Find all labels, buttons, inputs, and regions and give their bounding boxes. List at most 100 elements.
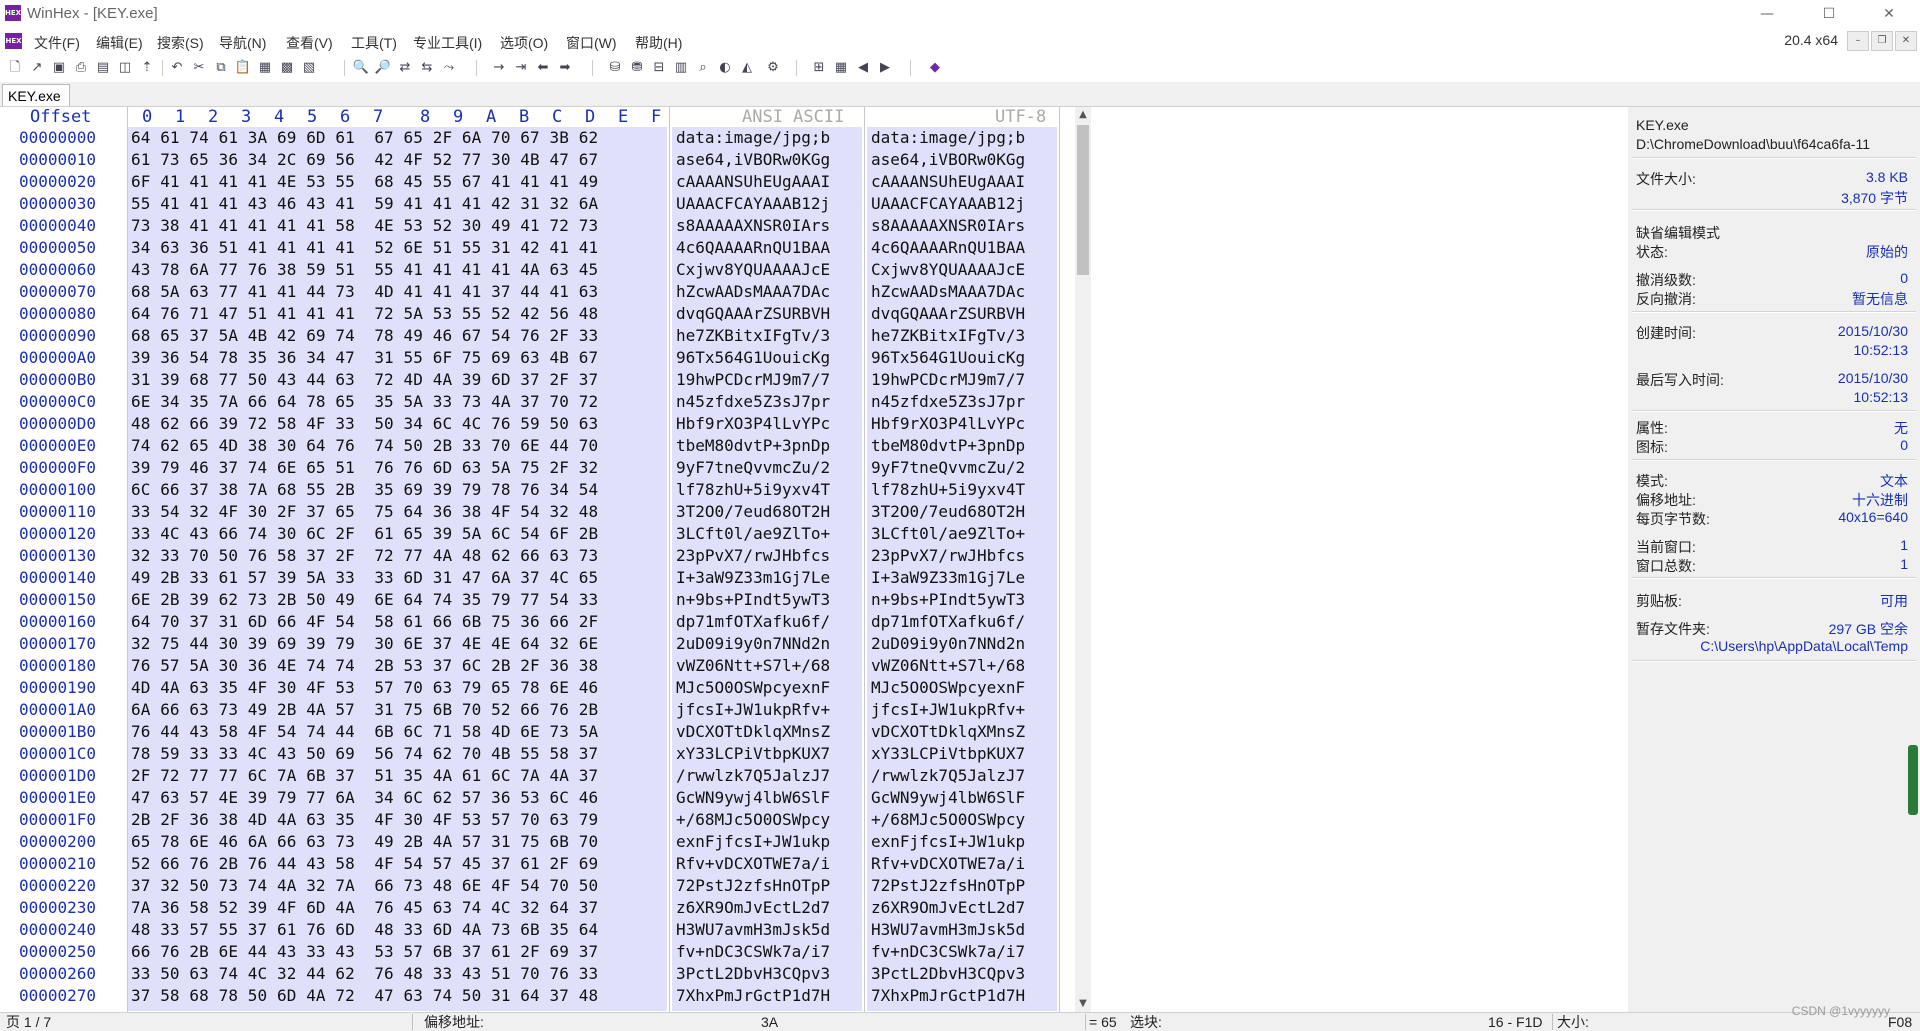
ansi-text-column[interactable]: data:image/jpg;b ase64,iVBORw0KGg cAAAANSU…: [672, 127, 862, 1011]
ansi-text-row[interactable]: 3LCft0l/ae9ZlTo+: [672, 523, 830, 545]
utf8-text-row[interactable]: UAAACFCAYAAAB12j: [867, 193, 1025, 215]
utf8-text-row[interactable]: tbeM80dvtP+3pnDp: [867, 435, 1025, 457]
go-to-sector-icon[interactable]: ⇥: [512, 59, 530, 77]
utf8-text-row[interactable]: he7ZKBitxIFgTv/3: [867, 325, 1025, 347]
utf8-text-row[interactable]: dvqGQAAArZSURBVH: [867, 303, 1025, 325]
utf8-text-row[interactable]: n45zfdxe5Z3sJ7pr: [867, 391, 1025, 413]
ram-editor-icon[interactable]: ⛃: [628, 59, 646, 77]
utf8-text-row[interactable]: z6XR9OmJvEctL2d7: [867, 897, 1025, 919]
ansi-text-row[interactable]: data:image/jpg;b: [672, 127, 830, 149]
ansi-text-row[interactable]: dp71mfOTXafku6f/: [672, 611, 830, 633]
back-icon[interactable]: ⬅: [534, 59, 552, 77]
ansi-text-row[interactable]: lf78zhU+5i9yxv4T: [672, 479, 830, 501]
hex-bytes-row[interactable]: 76 44 43 58 4F 54 74 44 6B 6C 71 58 4D 6…: [127, 721, 598, 743]
utf8-text-row[interactable]: vDCXOTtDklqXMnsZ: [867, 721, 1025, 743]
hex-bytes-row[interactable]: 64 76 71 47 51 41 41 41 72 5A 53 55 52 4…: [127, 303, 598, 325]
hex-bytes-row[interactable]: 33 4C 43 66 74 30 6C 2F 61 65 39 5A 6C 5…: [127, 523, 598, 545]
hex-bytes-row[interactable]: 2F 72 77 77 6C 7A 6B 37 51 35 4A 61 6C 7…: [127, 765, 598, 787]
replace-hex-icon[interactable]: ⇆: [418, 59, 436, 77]
hex-bytes-row[interactable]: 6E 34 35 7A 66 64 78 65 35 5A 33 73 4A 3…: [127, 391, 598, 413]
utf8-text-row[interactable]: 19hwPCDcrMJ9m7/7: [867, 369, 1025, 391]
hex-bytes-row[interactable]: 6E 2B 39 62 73 2B 50 49 6E 64 74 35 79 7…: [127, 589, 598, 611]
utf8-text-row[interactable]: xY33LCPiVtbpKUX7: [867, 743, 1025, 765]
hex-bytes-row[interactable]: 48 33 57 55 37 61 76 6D 48 33 6D 4A 73 6…: [127, 919, 598, 941]
menu-navigate[interactable]: 导航(N): [219, 33, 266, 53]
ansi-text-row[interactable]: 3PctL2DbvH3CQpv3: [672, 963, 830, 985]
hex-bytes-row[interactable]: 55 41 41 41 43 46 43 41 59 41 41 41 42 3…: [127, 193, 598, 215]
ansi-text-row[interactable]: +/68MJc5O0OSWpcy: [672, 809, 830, 831]
utf8-text-row[interactable]: GcWN9ywj4lbW6SlF: [867, 787, 1025, 809]
utf8-text-row[interactable]: Rfv+vDCXOTWE7a/i: [867, 853, 1025, 875]
utf8-text-row[interactable]: ase64,iVBORw0KGg: [867, 149, 1025, 171]
ansi-text-row[interactable]: 19hwPCDcrMJ9m7/7: [672, 369, 830, 391]
ansi-text-row[interactable]: n+9bs+PIndt5ywT3: [672, 589, 830, 611]
hex-bytes-row[interactable]: 73 38 41 41 41 41 41 58 4E 53 52 30 49 4…: [127, 215, 598, 237]
replace-text-icon[interactable]: ⇄: [396, 59, 414, 77]
hex-bytes-row[interactable]: 34 63 36 51 41 41 41 41 52 6E 51 55 31 4…: [127, 237, 598, 259]
ansi-text-row[interactable]: 23pPvX7/rwJHbfcs: [672, 545, 830, 567]
settings-gear-icon[interactable]: ⚙: [764, 59, 782, 77]
find-hex-icon[interactable]: 🔎: [374, 59, 392, 77]
utf8-text-row[interactable]: exnFjfcsI+JW1ukp: [867, 831, 1025, 853]
ansi-text-row[interactable]: z6XR9OmJvEctL2d7: [672, 897, 830, 919]
ansi-text-row[interactable]: vWZ06Ntt+S7l+/68: [672, 655, 830, 677]
hex-bytes-row[interactable]: 2B 2F 36 38 4D 4A 63 35 4F 30 4F 53 57 7…: [127, 809, 598, 831]
ansi-text-row[interactable]: xY33LCPiVtbpKUX7: [672, 743, 830, 765]
previous-icon[interactable]: ◀: [854, 59, 872, 77]
hex-bytes-row[interactable]: 48 62 66 39 72 58 4F 33 50 34 6C 4C 76 5…: [127, 413, 598, 435]
ansi-text-row[interactable]: fv+nDC3CSWk7a/i7: [672, 941, 830, 963]
menu-tools[interactable]: 工具(T): [351, 33, 397, 53]
close-button[interactable]: ✕: [1866, 0, 1912, 28]
hex-bytes-row[interactable]: 64 70 37 31 6D 66 4F 54 58 61 66 6B 75 3…: [127, 611, 598, 633]
utf8-text-row[interactable]: 9yF7tneQvvmcZu/2: [867, 457, 1025, 479]
ansi-text-row[interactable]: exnFjfcsI+JW1ukp: [672, 831, 830, 853]
table-view-icon[interactable]: ▦: [832, 59, 850, 77]
ansi-text-row[interactable]: Hbf9rXO3P4lLvYPc: [672, 413, 830, 435]
hex-bytes-row[interactable]: 32 75 44 30 39 69 39 79 30 6E 37 4E 4E 6…: [127, 633, 598, 655]
menu-options[interactable]: 选项(O): [500, 33, 548, 53]
ansi-text-row[interactable]: 3T2O0/7eud68OT2H: [672, 501, 830, 523]
hex-bytes-row[interactable]: 4D 4A 63 35 4F 30 4F 53 57 70 63 79 65 7…: [127, 677, 598, 699]
find-next-icon[interactable]: ⤳: [440, 59, 458, 77]
menu-pro-tools[interactable]: 专业工具(I): [413, 33, 482, 53]
utf8-text-row[interactable]: vWZ06Ntt+S7l+/68: [867, 655, 1025, 677]
print-icon[interactable]: ⎙: [72, 59, 90, 77]
properties-icon[interactable]: ▤: [94, 59, 112, 77]
copy-icon[interactable]: ⧉: [212, 59, 230, 77]
ansi-text-row[interactable]: he7ZKBitxIFgTv/3: [672, 325, 830, 347]
hex-bytes-row[interactable]: 74 62 65 4D 38 30 64 76 74 50 2B 33 70 6…: [127, 435, 598, 457]
hex-editor-view[interactable]: Offset 0 1 2 3 4 5 6 7 8 9 A B C D E F A…: [0, 107, 1075, 1012]
utf8-text-row[interactable]: hZcwAADsMAAA7DAc: [867, 281, 1025, 303]
copy-hex-icon[interactable]: ▩: [278, 59, 296, 77]
hex-bytes-row[interactable]: 66 76 2B 6E 44 43 33 43 53 57 6B 37 61 2…: [127, 941, 598, 963]
document-hex-icon[interactable]: HEX: [5, 33, 22, 49]
calculator-icon[interactable]: ▥: [672, 59, 690, 77]
grid-view-icon[interactable]: ⊞: [810, 59, 828, 77]
mdi-restore-button[interactable]: ❐: [1871, 31, 1893, 51]
menu-search[interactable]: 搜索(S): [157, 33, 204, 53]
hex-bytes-row[interactable]: 33 50 63 74 4C 32 44 62 76 48 33 43 51 7…: [127, 963, 598, 985]
minimize-button[interactable]: —: [1744, 0, 1790, 28]
ansi-text-row[interactable]: vDCXOTtDklqXMnsZ: [672, 721, 830, 743]
ansi-text-row[interactable]: Rfv+vDCXOTWE7a/i: [672, 853, 830, 875]
analyze-icon[interactable]: ◐: [716, 59, 734, 77]
hex-bytes-row[interactable]: 61 73 65 36 34 2C 69 56 42 4F 52 77 30 4…: [127, 149, 598, 171]
ansi-text-row[interactable]: MJc5O0OSWpcyexnF: [672, 677, 830, 699]
hex-bytes-row[interactable]: 6A 66 63 73 49 2B 4A 57 31 75 6B 70 52 6…: [127, 699, 598, 721]
hex-bytes-row[interactable]: 68 65 37 5A 4B 42 69 74 78 49 46 67 54 7…: [127, 325, 598, 347]
open-file-icon[interactable]: ↗: [28, 59, 46, 77]
tab-key-exe[interactable]: KEY.exe: [2, 84, 70, 106]
ansi-text-row[interactable]: n45zfdxe5Z3sJ7pr: [672, 391, 830, 413]
utf8-text-row[interactable]: cAAAANSUhEUgAAAI: [867, 171, 1025, 193]
disk-editor-icon[interactable]: ⛁: [606, 59, 624, 77]
ansi-text-row[interactable]: 7XhxPmJrGctP1d7H: [672, 985, 830, 1007]
mdi-close-button[interactable]: ✕: [1895, 31, 1917, 51]
utf8-text-row[interactable]: s8AAAAAXNSR0IArs: [867, 215, 1025, 237]
ansi-text-row[interactable]: H3WU7avmH3mJsk5d: [672, 919, 830, 941]
hex-bytes-row[interactable]: 33 54 32 4F 30 2F 37 65 75 64 36 38 4F 5…: [127, 501, 598, 523]
utf8-text-row[interactable]: 96Tx564G1UouicKg: [867, 347, 1025, 369]
scroll-down-arrow-icon[interactable]: ▼: [1075, 996, 1091, 1012]
utf8-text-row[interactable]: 7XhxPmJrGctP1d7H: [867, 985, 1025, 1007]
panel-resize-handle[interactable]: [1908, 745, 1918, 815]
mdi-minimize-button[interactable]: –: [1847, 31, 1869, 51]
